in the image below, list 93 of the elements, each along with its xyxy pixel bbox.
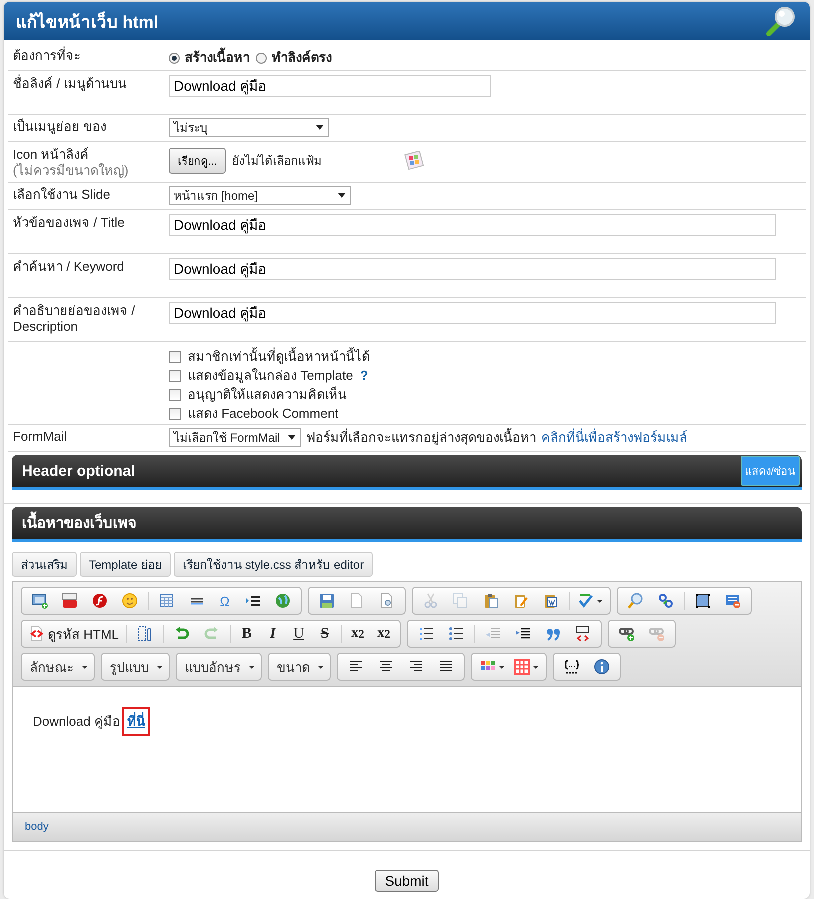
- info-icon[interactable]: [594, 659, 610, 675]
- field-label: Icon หน้าลิงค์: [13, 146, 90, 163]
- editor-tab[interactable]: ส่วนเสริม: [12, 552, 77, 577]
- format-dropdown[interactable]: ขนาด: [269, 655, 330, 679]
- table-icon[interactable]: [159, 593, 175, 609]
- field-label: คำค้นหา / Keyword: [13, 258, 126, 275]
- radio-button[interactable]: [169, 52, 180, 64]
- field-label: FormMail: [13, 428, 68, 445]
- image-add-icon[interactable]: [32, 593, 48, 609]
- select-dropdown[interactable]: หน้าแรก [home]: [169, 186, 351, 205]
- file-status: ยังไม่ได้เลือกแฟ้ม: [232, 153, 322, 169]
- checkbox[interactable]: [169, 350, 181, 362]
- table-grid-icon: [514, 659, 530, 675]
- radio-label: ทำลิงค์ตรง: [272, 50, 332, 66]
- caret-icon: [288, 435, 296, 440]
- checkbox[interactable]: [169, 408, 181, 420]
- replace-icon[interactable]: [658, 593, 674, 609]
- caret-icon: [316, 125, 324, 130]
- flash-icon[interactable]: [92, 593, 108, 609]
- checkbox-label: แสดง Facebook Comment: [188, 405, 339, 423]
- source-button[interactable]: ดูรหัส HTML: [25, 623, 123, 645]
- text-field[interactable]: Download คู่มือ: [169, 214, 776, 236]
- bullet-list-icon[interactable]: [448, 626, 464, 642]
- section-title: Header optional: [22, 462, 136, 480]
- radio-button[interactable]: [256, 52, 267, 64]
- field-label: หัวข้อของเพจ / Title: [13, 214, 126, 231]
- caret-icon: [338, 193, 346, 198]
- editor-tab[interactable]: เรียกใช้งาน style.css สำหรับ editor: [174, 552, 374, 577]
- image-tiles-icon: [404, 151, 424, 171]
- div-block-icon[interactable]: [575, 626, 591, 642]
- checkbox-label: แสดงข้อมูลในกล่อง Template: [188, 367, 354, 385]
- submit-button[interactable]: Submit: [375, 870, 439, 892]
- field-label: เป็นเมนูย่อย ของ: [13, 118, 108, 135]
- field-label: คำอธิบายย่อของเพจ / Description: [13, 302, 136, 335]
- field-label: ต้องการที่จะ: [13, 46, 82, 64]
- caret-icon: [318, 666, 324, 668]
- save-icon[interactable]: [319, 593, 335, 609]
- create-form-link[interactable]: คลิกที่นี่เพื่อสร้างฟอร์มเมล์: [541, 430, 688, 446]
- numbered-list-icon[interactable]: [418, 626, 434, 642]
- caret-icon: [596, 600, 602, 602]
- caret-icon: [498, 666, 504, 668]
- bold-button[interactable]: B: [234, 623, 260, 645]
- window-title: แก้ไขหน้าเว็บ html: [16, 10, 159, 34]
- editor-tab[interactable]: Template ย่อย: [80, 552, 172, 577]
- page-break-icon[interactable]: [245, 593, 261, 609]
- show-blocks-icon[interactable]: [137, 626, 153, 642]
- link-icon[interactable]: [619, 626, 635, 642]
- select-dropdown[interactable]: ไม่ระบุ: [169, 118, 329, 137]
- quote-icon[interactable]: [545, 626, 561, 642]
- section-title: เนื้อหาของเว็บเพจ: [22, 511, 137, 535]
- formmail-dropdown[interactable]: ไม่เลือกใช้ FormMail: [169, 428, 302, 447]
- checkbox[interactable]: [169, 388, 181, 400]
- smiley-icon[interactable]: [122, 593, 138, 609]
- editor-text: Download คู่มือ: [33, 714, 120, 729]
- paste-word-icon[interactable]: [543, 593, 559, 609]
- paste-text-icon[interactable]: [513, 593, 529, 609]
- magnifier-icon: [766, 5, 798, 37]
- document-minus-icon[interactable]: [725, 593, 741, 609]
- format-dropdown[interactable]: ลักษณะ: [22, 655, 94, 679]
- text-field[interactable]: Download คู่มือ: [169, 258, 776, 280]
- radio-label: สร้างเนื้อหา: [185, 50, 250, 66]
- strikethrough-button[interactable]: S: [312, 623, 338, 645]
- browse-button[interactable]: เรียกดู...: [169, 148, 226, 174]
- globe-icon[interactable]: [275, 593, 291, 609]
- checkbox-label: อนุญาติให้แสดงความคิดเห็น: [188, 386, 347, 404]
- paste-icon[interactable]: [483, 593, 499, 609]
- field-label: เลือกใช้งาน Slide: [13, 186, 112, 203]
- code-snippet-icon[interactable]: [564, 659, 580, 675]
- editor-link[interactable]: ที่นี่: [127, 714, 146, 729]
- italic-button[interactable]: I: [260, 623, 286, 645]
- spellcheck-icon: [578, 593, 594, 609]
- preview-icon[interactable]: [379, 593, 395, 609]
- field-label: ชื่อลิงค์ / เมนูด้านบน: [13, 75, 128, 92]
- element-path[interactable]: body: [25, 821, 49, 833]
- text-field[interactable]: Download คู่มือ: [169, 75, 491, 97]
- caret-icon: [157, 666, 163, 668]
- format-dropdown[interactable]: รูปแบบ: [102, 655, 169, 679]
- video-icon[interactable]: [62, 593, 78, 609]
- caret-icon: [82, 666, 88, 668]
- format-dropdown[interactable]: แบบอักษร: [177, 655, 261, 679]
- caret-icon: [249, 666, 255, 668]
- search-icon[interactable]: [628, 593, 644, 609]
- formmail-note: ฟอร์มที่เลือกจะแทรกอยู่ล่างสุดของเนื้อหา: [306, 430, 536, 446]
- underline-button[interactable]: U: [286, 623, 312, 645]
- text-field[interactable]: Download คู่มือ: [169, 302, 776, 324]
- help-link[interactable]: ?: [360, 366, 368, 385]
- checkbox[interactable]: [169, 370, 181, 382]
- select-all-icon[interactable]: [695, 593, 711, 609]
- checkbox-label: สมาชิกเท่านั้นที่ดูเนื้อหาหน้านี้ได้: [188, 347, 370, 366]
- code-page-icon: [29, 626, 45, 642]
- caret-icon: [532, 666, 538, 668]
- field-hint: (ไม่ควรมีขนาดใหญ่): [13, 163, 130, 179]
- undo-icon[interactable]: [174, 626, 190, 642]
